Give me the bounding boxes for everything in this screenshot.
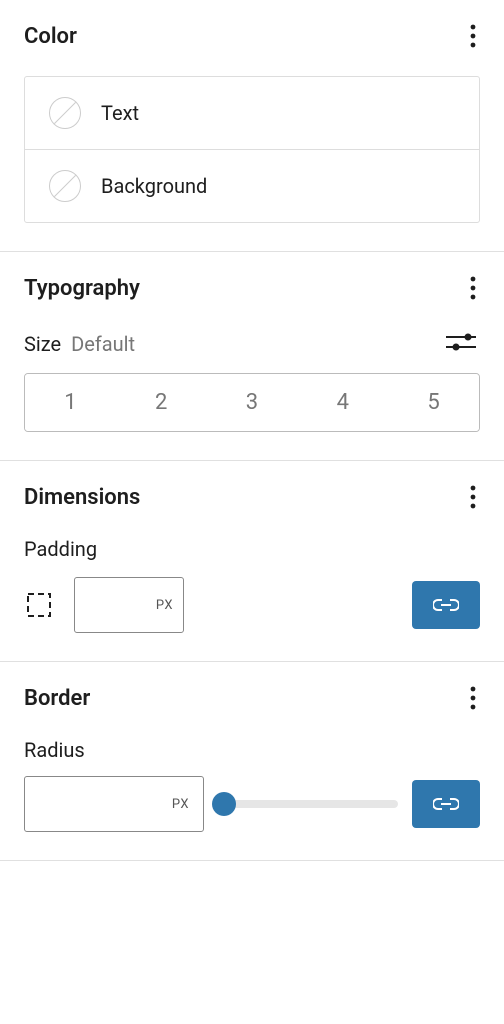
size-step-group: 1 2 3 4 5 <box>24 373 480 432</box>
color-item-background[interactable]: Background <box>25 149 479 222</box>
dimensions-panel: Dimensions Padding PX <box>0 461 504 662</box>
color-list: Text Background <box>24 76 480 223</box>
dimensions-title: Dimensions <box>24 485 140 510</box>
border-options-button[interactable] <box>466 682 480 714</box>
border-title: Border <box>24 686 90 711</box>
radius-input[interactable]: PX <box>24 776 204 832</box>
size-step-5[interactable]: 5 <box>388 374 479 431</box>
color-panel: Color Text Background <box>0 0 504 252</box>
dimensions-header: Dimensions <box>24 481 480 513</box>
size-label-wrap: Size Default <box>24 332 135 356</box>
slider-thumb[interactable] <box>212 792 236 816</box>
color-title: Color <box>24 24 77 49</box>
more-vertical-icon <box>470 686 476 710</box>
link-icon <box>433 598 459 612</box>
link-icon <box>433 797 459 811</box>
color-header: Color <box>24 20 480 52</box>
dimensions-options-button[interactable] <box>466 481 480 513</box>
color-options-button[interactable] <box>466 20 480 52</box>
typography-header: Typography <box>24 272 480 304</box>
link-sides-button[interactable] <box>412 581 480 629</box>
more-vertical-icon <box>470 485 476 509</box>
size-row: Size Default <box>24 328 480 359</box>
sliders-icon <box>446 332 476 352</box>
radius-row: PX <box>24 776 480 832</box>
no-color-swatch-icon <box>49 97 81 129</box>
more-vertical-icon <box>470 276 476 300</box>
radius-label: Radius <box>24 738 480 762</box>
size-step-4[interactable]: 4 <box>297 374 388 431</box>
typography-title: Typography <box>24 276 140 301</box>
no-color-swatch-icon <box>49 170 81 202</box>
padding-sides-icon <box>24 590 54 620</box>
padding-unit: PX <box>156 598 173 613</box>
size-step-1[interactable]: 1 <box>25 374 116 431</box>
more-vertical-icon <box>470 24 476 48</box>
size-step-3[interactable]: 3 <box>207 374 298 431</box>
padding-label: Padding <box>24 537 480 561</box>
size-step-2[interactable]: 2 <box>116 374 207 431</box>
color-item-label: Text <box>101 101 139 125</box>
typography-panel: Typography Size Default 1 2 3 4 5 <box>0 252 504 461</box>
size-label: Size <box>24 332 61 356</box>
color-item-label: Background <box>101 174 207 198</box>
custom-size-toggle-button[interactable] <box>442 328 480 359</box>
padding-row: PX <box>24 577 480 633</box>
color-item-text[interactable]: Text <box>25 77 479 149</box>
slider-track <box>218 800 398 808</box>
typography-options-button[interactable] <box>466 272 480 304</box>
border-header: Border <box>24 682 480 714</box>
radius-slider[interactable] <box>218 792 398 816</box>
size-value: Default <box>71 332 135 356</box>
padding-input[interactable]: PX <box>74 577 184 633</box>
radius-unit: PX <box>172 797 189 812</box>
link-corners-button[interactable] <box>412 780 480 828</box>
border-panel: Border Radius PX <box>0 662 504 861</box>
